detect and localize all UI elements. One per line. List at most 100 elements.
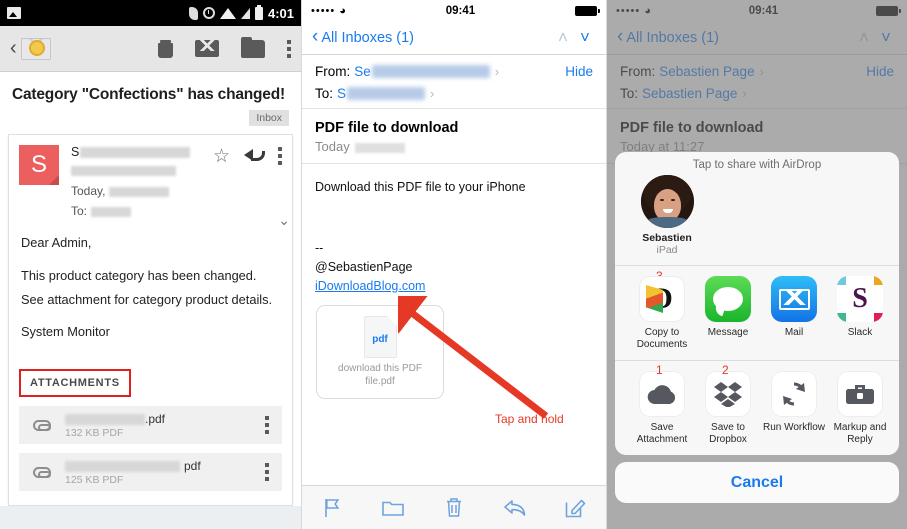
reply-icon[interactable] <box>484 498 545 517</box>
share-action-label: Run Workflow <box>762 422 826 433</box>
compose-icon[interactable] <box>545 497 606 518</box>
paperclip-icon <box>33 419 51 431</box>
wifi-icon <box>219 7 236 19</box>
attachment-name-redacted-bar <box>65 414 145 426</box>
avatar: S <box>19 145 59 185</box>
reply-icon[interactable] <box>244 147 265 163</box>
wifi-icon: ◕ <box>339 4 346 17</box>
share-action-save-to-dropbox[interactable]: Save to Dropbox <box>695 371 761 446</box>
share-action-label: Save to Dropbox <box>709 422 747 445</box>
attachment-overflow-icon[interactable] <box>265 463 269 482</box>
from-label: From: <box>620 64 656 79</box>
trash-icon[interactable] <box>158 39 173 58</box>
flag-icon[interactable] <box>302 498 363 518</box>
share-action-label: Save Attachment <box>636 422 688 445</box>
airdrop-row: Sebastien iPad <box>615 171 899 266</box>
star-icon[interactable]: ☆ <box>213 147 230 166</box>
message-overflow-icon[interactable] <box>278 147 282 165</box>
android-background-filler <box>0 506 301 529</box>
share-app-slack[interactable]: S Slack <box>827 276 893 351</box>
share-app-label: Mail <box>784 327 804 338</box>
airdrop-contact[interactable]: Sebastien iPad <box>629 175 705 256</box>
attachment-overflow-icon[interactable] <box>265 416 269 435</box>
ios-status-bar: ••••• ◕ 09:41 <box>607 0 907 21</box>
share-action-markup-and-reply[interactable]: Markup and Reply <box>827 371 893 446</box>
chevron-up-icon[interactable]: ˄ <box>853 29 875 46</box>
chevron-down-icon[interactable]: ˅ <box>875 29 897 46</box>
back-icon[interactable]: ‹ <box>10 37 17 60</box>
back-label: All Inboxes (1) <box>626 29 720 46</box>
attachment-size: 125 KB PDF <box>65 473 124 486</box>
share-app-message[interactable]: Message <box>695 276 761 351</box>
mark-unread-icon[interactable] <box>195 40 219 57</box>
tap-and-hold-arrow <box>398 296 549 419</box>
attachment-name: .pdf <box>145 411 166 426</box>
share-sheet: Tap to share with AirDrop Sebastien iPad… <box>615 152 899 503</box>
chevron-right-icon: › <box>494 64 500 79</box>
sim-icon <box>188 6 198 20</box>
mail-app-icon <box>771 276 817 322</box>
chevron-left-icon: ‹ <box>617 26 624 47</box>
trash-icon[interactable] <box>424 497 485 518</box>
cloud-icon <box>639 371 685 417</box>
hide-details-button[interactable]: Hide <box>565 64 593 79</box>
to-value[interactable]: Sebastien Page <box>642 86 737 101</box>
ios-email-body: Download this PDF file to your iPhone --… <box>302 164 606 295</box>
pdf-badge-label: pdf <box>372 333 388 345</box>
documents-app-icon: D <box>639 276 685 322</box>
callout-number-1: 1 <box>656 363 663 377</box>
move-folder-icon[interactable] <box>241 36 265 58</box>
carrier-signal-dots: ••••• <box>311 4 336 17</box>
signature-dashes: -- <box>315 241 324 256</box>
attachment-name: pdf <box>184 458 201 473</box>
attachment-row[interactable]: .pdf 132 KB PDF <box>19 406 282 445</box>
body-greeting: Dear Admin, <box>21 235 92 250</box>
envelope-badge-icon[interactable] <box>20 37 51 60</box>
time-redacted-bar <box>354 142 405 153</box>
attachment-row[interactable]: pdf 125 KB PDF <box>19 453 282 492</box>
from-value[interactable]: Se <box>354 64 371 79</box>
chevron-down-icon[interactable]: ˅ <box>574 29 596 46</box>
share-action-run-workflow[interactable]: Run Workflow <box>761 371 827 446</box>
email-card: S S Today, To: ☆ ⌄ Dear Admin, This prod… <box>8 134 293 507</box>
ios-mail-toolbar <box>302 485 606 529</box>
airdrop-contact-name: Sebastien <box>642 232 692 244</box>
email-body: Dear Admin, This product category has be… <box>9 229 292 369</box>
status-time: 09:41 <box>748 4 779 17</box>
share-app-partial[interactable] <box>893 276 899 351</box>
share-action-label: Markup and Reply <box>833 422 887 445</box>
ios-nav-bar: ‹ All Inboxes (1) ˄ ˅ <box>607 21 907 55</box>
tap-and-hold-label: Tap and hold <box>495 412 564 426</box>
from-value[interactable]: Sebastien Page <box>659 64 754 79</box>
refresh-icon <box>771 371 817 417</box>
airdrop-contact-device: iPad <box>656 244 678 256</box>
back-button[interactable]: ‹ All Inboxes (1) <box>312 27 414 46</box>
chevron-up-icon[interactable]: ˄ <box>552 29 574 46</box>
to-value[interactable]: S <box>337 86 346 101</box>
wifi-icon: ◕ <box>644 4 651 17</box>
ios-status-bar: ••••• ◕ 09:41 <box>302 0 606 21</box>
share-action-save-attachment[interactable]: Save Attachment <box>629 371 695 446</box>
share-action-partial[interactable] <box>893 371 899 446</box>
from-label: From: <box>315 64 351 79</box>
cancel-button[interactable]: Cancel <box>615 462 899 503</box>
email-subject: Category "Confections" has changed! <box>12 86 285 103</box>
signature-link[interactable]: iDownloadBlog.com <box>315 279 425 293</box>
back-button[interactable]: ‹ All Inboxes (1) <box>617 26 720 47</box>
dropbox-icon <box>705 371 751 417</box>
dimmed-mail-background: ••••• ◕ 09:41 ‹ All Inboxes (1) ˄ ˅ From… <box>607 0 907 164</box>
messages-app-icon <box>705 276 751 322</box>
label-row: Inbox <box>0 110 301 134</box>
folder-icon[interactable] <box>363 498 424 517</box>
android-gmail-panel: 4:01 ‹ Category "Confections" has change… <box>0 0 302 529</box>
overflow-icon[interactable] <box>287 39 291 58</box>
alarm-icon <box>202 7 215 19</box>
avatar <box>640 175 694 228</box>
chevron-right-icon: › <box>759 64 764 79</box>
ios-share-sheet-panel: ••••• ◕ 09:41 ‹ All Inboxes (1) ˄ ˅ From… <box>607 0 907 529</box>
share-app-mail[interactable]: Mail <box>761 276 827 351</box>
share-app-copy-to-documents[interactable]: D Copy to Documents <box>629 276 695 351</box>
hide-details-button[interactable]: Hide <box>866 64 894 79</box>
chevron-right-icon: › <box>742 86 747 101</box>
body-signature: System Monitor <box>21 324 110 340</box>
